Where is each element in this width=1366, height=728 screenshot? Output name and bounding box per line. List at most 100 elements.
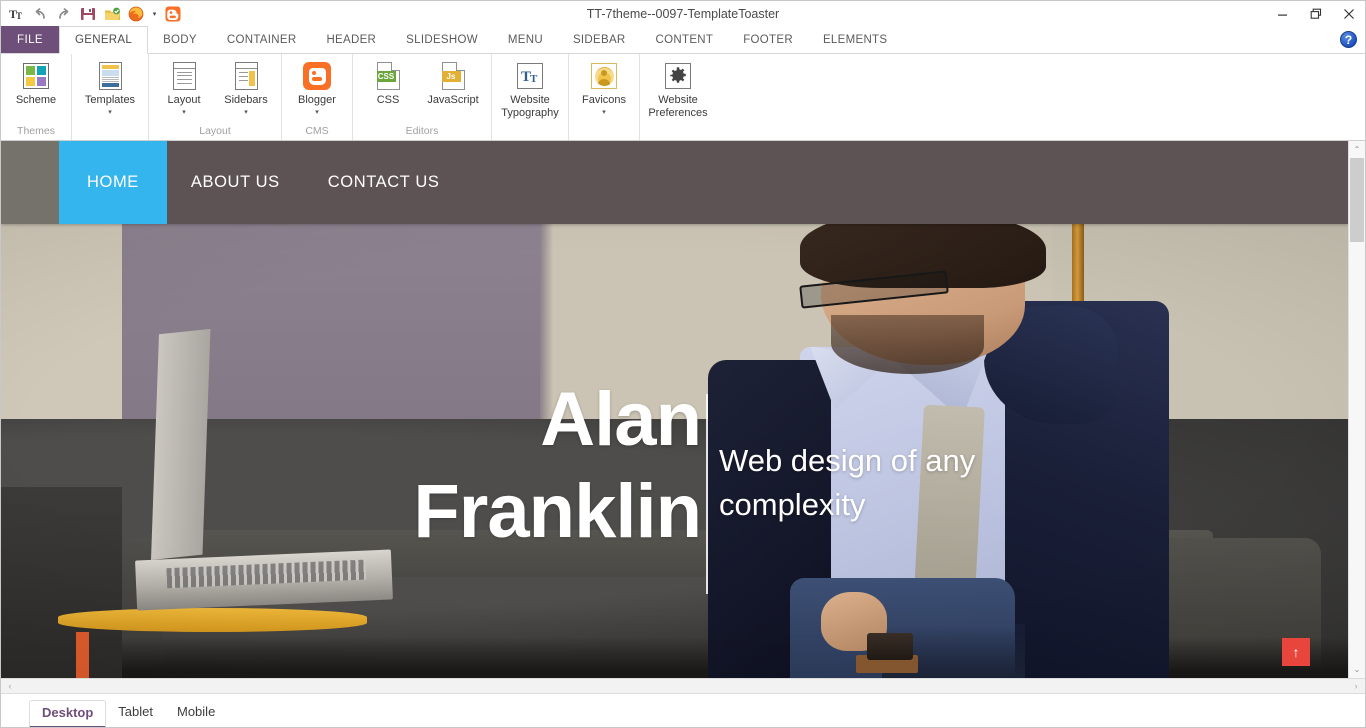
scroll-up-arrow-icon[interactable]: ⌃ (1349, 141, 1365, 158)
hero-tagline[interactable]: Web design of any complexity (719, 439, 1069, 527)
hero-slideshow[interactable]: Alan Franklin Web design of any complexi… (1, 224, 1349, 678)
sidebars-dropdown-caret[interactable]: ▾ (244, 108, 248, 117)
typography-icon[interactable]: T T (5, 3, 27, 25)
canvas-vertical-scrollbar[interactable]: ⌃ ⌄ (1348, 141, 1365, 678)
tab-header[interactable]: HEADER (311, 26, 391, 53)
ribbon-group-themes: Scheme Themes (1, 54, 71, 140)
hero-heading[interactable]: Alan Franklin (1, 374, 702, 558)
templates-dropdown-caret[interactable]: ▾ (108, 108, 112, 117)
redo-icon[interactable] (53, 3, 75, 25)
scheme-label: Scheme (15, 94, 57, 106)
page-layout-icon (168, 60, 200, 92)
scroll-right-arrow-icon[interactable]: › (1350, 681, 1362, 691)
ribbon-group-preferences: Website Preferences (639, 54, 716, 140)
blogger-icon-glyph (165, 6, 181, 22)
blogger-button[interactable]: Blogger ▾ (286, 57, 348, 121)
javascript-editor-button[interactable]: Js JavaScript (419, 57, 487, 121)
undo-icon[interactable] (29, 3, 51, 25)
tab-content[interactable]: CONTENT (641, 26, 729, 53)
device-tab-desktop[interactable]: Desktop (29, 700, 107, 727)
restore-icon[interactable] (1299, 1, 1332, 27)
layout-dropdown-caret[interactable]: ▾ (182, 108, 186, 117)
tab-file[interactable]: FILE (1, 26, 59, 53)
group-label-preferences (640, 124, 716, 140)
gear-icon (662, 60, 694, 92)
templates-button[interactable]: Templates ▾ (76, 57, 144, 121)
save-icon-glyph (81, 8, 95, 20)
device-preview-tabbar: Desktop Tablet Mobile (1, 694, 1365, 727)
scheme-button[interactable]: Scheme (5, 57, 67, 121)
blogger-dropdown-caret[interactable]: ▾ (315, 108, 319, 117)
site-navigation-bar: HOME ABOUT US CONTACT US (1, 141, 1349, 224)
preview-dropdown-caret[interactable]: ▾ (149, 3, 160, 25)
close-icon[interactable] (1332, 1, 1365, 27)
site-nav-item-home[interactable]: HOME (59, 141, 167, 224)
tt-glyph: T T (521, 69, 538, 85)
hero-heading-line1: Alan (540, 377, 702, 462)
tab-body[interactable]: BODY (148, 26, 212, 53)
help-icon[interactable]: ? (1340, 31, 1357, 48)
css-editor-button[interactable]: CSS CSS (357, 57, 419, 121)
color-scheme-icon (20, 60, 52, 92)
blogger-icon (301, 60, 333, 92)
tab-menu[interactable]: MENU (493, 26, 558, 53)
sidebars-button[interactable]: Sidebars ▾ (215, 57, 277, 121)
blogger-export-icon[interactable] (162, 3, 184, 25)
vertical-scroll-thumb[interactable] (1350, 158, 1364, 242)
redo-icon-glyph (59, 8, 69, 19)
tab-container[interactable]: CONTAINER (212, 26, 312, 53)
group-label-layout: Layout (199, 125, 231, 137)
ribbon-group-templates: Templates ▾ (71, 54, 148, 140)
website-preferences-label: Website Preferences (648, 94, 708, 119)
blogger-label: Blogger (298, 94, 336, 106)
favicons-dropdown-caret[interactable]: ▾ (602, 108, 606, 117)
sidebars-icon (230, 60, 262, 92)
tab-general[interactable]: GENERAL (59, 26, 149, 54)
save-icon[interactable] (77, 3, 99, 25)
restore-icon-glyph (1310, 8, 1321, 19)
website-typography-button[interactable]: T T Website Typography (496, 57, 564, 121)
scroll-down-arrow-icon[interactable]: ⌄ (1349, 661, 1365, 678)
tab-sidebar[interactable]: SIDEBAR (558, 26, 641, 53)
favicons-icon (588, 60, 620, 92)
favicons-label: Favicons (581, 94, 627, 106)
layout-button[interactable]: Layout ▾ (153, 57, 215, 121)
open-folder-icon-glyph (104, 7, 120, 20)
site-nav-item-about-us[interactable]: ABOUT US (167, 141, 304, 224)
website-typography-label: Website Typography (501, 94, 559, 119)
favicons-button[interactable]: Favicons ▾ (573, 57, 635, 121)
website-preferences-button[interactable]: Website Preferences (644, 57, 712, 121)
site-nav-item-contact-us[interactable]: CONTACT US (304, 141, 464, 224)
hero-heading-line2: Franklin (413, 469, 702, 554)
website-typography-icon: T T (514, 60, 546, 92)
ribbon-group-editors: CSS CSS Js JavaScript Editors (352, 54, 491, 140)
group-label-typography (492, 124, 568, 140)
canvas-horizontal-scrollbar[interactable]: ‹ › (1, 678, 1365, 694)
firefox-icon-glyph (128, 6, 144, 22)
window-title: TT-7theme--0097-TemplateToaster (586, 7, 780, 21)
scroll-left-arrow-icon[interactable]: ‹ (4, 681, 16, 691)
vertical-scroll-track[interactable] (1349, 158, 1365, 661)
open-folder-icon[interactable] (101, 3, 123, 25)
minimize-icon[interactable] (1266, 1, 1299, 27)
js-badge: Js (441, 71, 461, 82)
quick-access-toolbar: T T ▾ (1, 3, 184, 25)
css-file-icon: CSS (372, 60, 404, 92)
device-tab-mobile[interactable]: Mobile (165, 700, 228, 725)
group-label-templates (72, 124, 148, 140)
gear-icon-glyph (670, 67, 686, 83)
ribbon-tabstrip: FILE GENERAL BODY CONTAINER HEADER SLIDE… (1, 26, 1365, 54)
scroll-to-top-button[interactable]: ↑ (1282, 638, 1311, 666)
group-label-editors: Editors (405, 125, 439, 137)
device-tab-tablet[interactable]: Tablet (106, 700, 165, 725)
website-canvas[interactable]: HOME ABOUT US CONTACT US Alan Franklin W… (1, 141, 1349, 678)
tab-elements[interactable]: ELEMENTS (808, 26, 902, 53)
ribbon-group-layout: Layout ▾ Sidebars ▾ Layout (148, 54, 281, 140)
svg-text:T: T (16, 11, 22, 21)
tab-footer[interactable]: FOOTER (728, 26, 808, 53)
ribbon-group-typography: T T Website Typography (491, 54, 568, 140)
tab-slideshow[interactable]: SLIDESHOW (391, 26, 493, 53)
templates-label: Templates (84, 94, 136, 106)
ribbon-group-favicons: Favicons ▾ (568, 54, 639, 140)
firefox-preview-icon[interactable] (125, 3, 147, 25)
